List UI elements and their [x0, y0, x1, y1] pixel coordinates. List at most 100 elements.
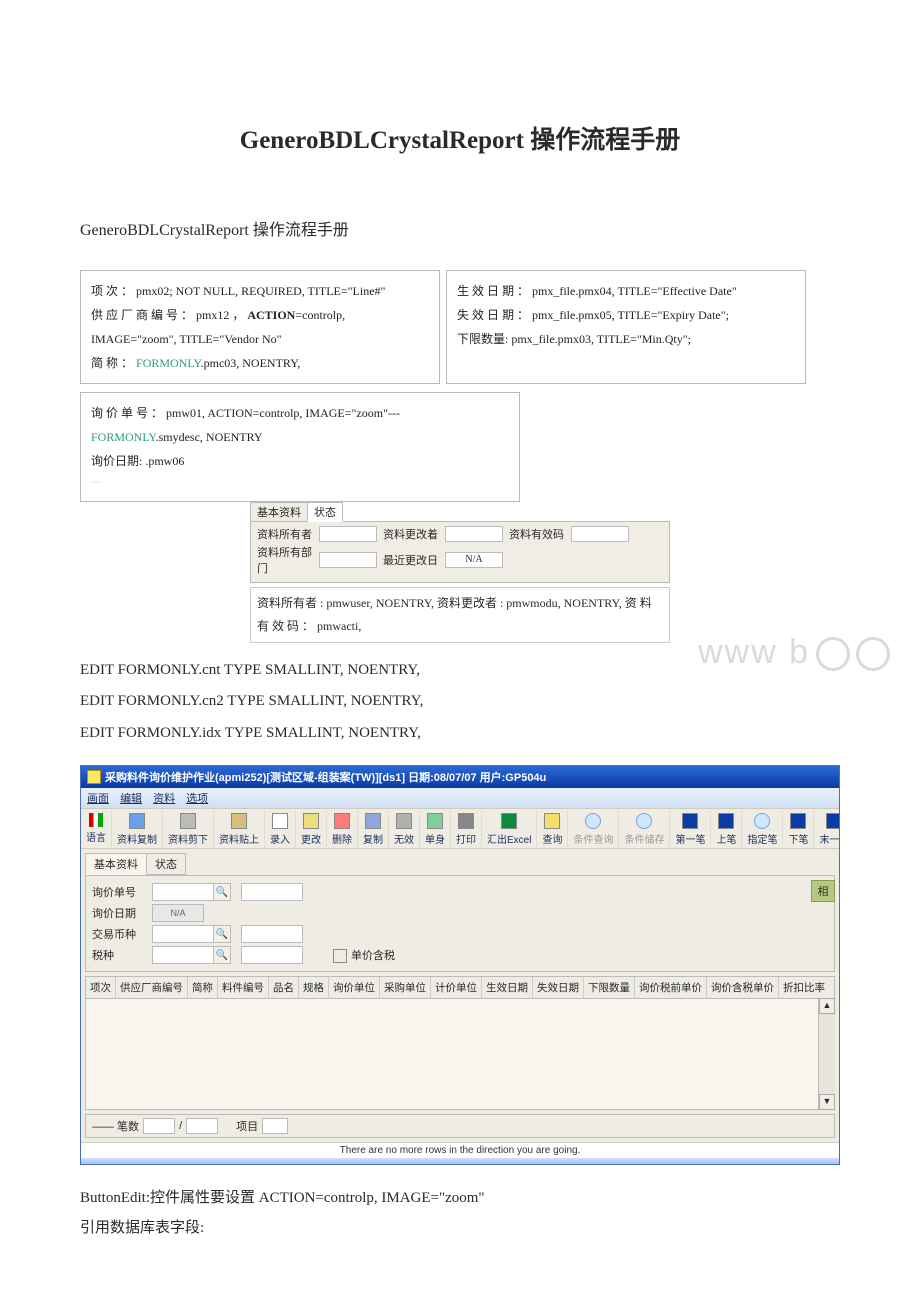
circle-icon	[636, 813, 652, 829]
menu-item[interactable]: 编辑	[120, 793, 142, 805]
zoom-icon[interactable]: 🔍	[213, 925, 231, 943]
grid-column-header[interactable]: 供应厂商编号	[116, 977, 188, 998]
status-message: There are no more rows in the direction …	[85, 1145, 835, 1156]
toolbar-label: 单身	[425, 831, 445, 846]
side-tab[interactable]: 相	[811, 880, 835, 902]
toolbar-button[interactable]: 指定笔	[742, 811, 783, 848]
field-label: 交易币种	[92, 926, 152, 942]
nav-icon	[790, 813, 806, 829]
grid-column-header[interactable]: 规格	[299, 977, 329, 998]
field-label: 资料有效码	[509, 526, 565, 542]
toolbar-button[interactable]: 查询	[537, 811, 568, 848]
text-field[interactable]	[571, 526, 629, 542]
tab-basic[interactable]: 基本资料	[250, 502, 308, 522]
grid-column-header[interactable]: 料件编号	[218, 977, 269, 998]
toolbar-label: 资料剪下	[168, 831, 208, 846]
zoom-icon[interactable]: 🔍	[213, 946, 231, 964]
toolbar-button[interactable]: 复制	[358, 811, 389, 848]
status-panel: 资料所有者 资料更改着 资料有效码 资料所有部门 最近更改日 N/A	[250, 521, 670, 583]
circle-icon	[754, 813, 770, 829]
window-title: 采购料件询价维护作业(apmi252)[测试区域-组装案(TW)][ds1] 日…	[105, 769, 546, 785]
grid-column-header[interactable]: 生效日期	[482, 977, 533, 998]
toolbar-button[interactable]: 条件查询	[568, 811, 619, 848]
text-field[interactable]	[241, 925, 303, 943]
menu-item[interactable]: 选项	[186, 793, 208, 805]
currency-field[interactable]	[152, 925, 214, 943]
toolbar-button[interactable]: 上笔	[711, 811, 742, 848]
grid-column-header[interactable]: 简称	[188, 977, 218, 998]
scroll-down-icon[interactable]: ▼	[819, 1094, 835, 1110]
item-field[interactable]	[262, 1118, 288, 1134]
def-full-faded: ⋯	[91, 473, 509, 493]
grid-column-header[interactable]: 项次	[86, 977, 116, 998]
count-field[interactable]	[143, 1118, 175, 1134]
copy-icon	[129, 813, 145, 829]
total-field[interactable]	[186, 1118, 218, 1134]
subtitle: GeneroBDLCrystalReport 操作流程手册	[80, 216, 840, 240]
toolbar-button[interactable]: 资料剪下	[163, 811, 214, 848]
paging-bar: —— 笔数 / 项目	[85, 1114, 835, 1138]
text-field[interactable]	[241, 946, 303, 964]
field-label: 询价单号	[92, 884, 152, 900]
tab-basic[interactable]: 基本资料	[85, 853, 147, 875]
status-caption: 资料所有者 : pmwuser, NOENTRY, 资料更改者 : pmwmod…	[250, 587, 670, 643]
grid-body[interactable]: ▲ ▼	[86, 999, 834, 1109]
toolbar-button[interactable]: 录入	[265, 811, 296, 848]
text-field[interactable]	[319, 552, 377, 568]
cut-icon	[180, 813, 196, 829]
tab-status[interactable]: 状态	[146, 853, 186, 875]
toolbar-button[interactable]: 汇出Excel	[482, 811, 537, 848]
toolbar-label: 无效	[394, 831, 414, 846]
grid-column-header[interactable]: 计价单位	[431, 977, 482, 998]
toolbar-label: 资料复制	[117, 831, 157, 846]
inquiry-date-field[interactable]: N/A	[152, 904, 204, 922]
text: .pmc03, NOENTRY,	[201, 356, 301, 370]
grid-column-header[interactable]: 询价税前单价	[635, 977, 707, 998]
toolbar-button[interactable]: 下笔	[783, 811, 814, 848]
toolbar-button[interactable]: 末一笔	[814, 811, 839, 848]
note-line: ButtonEdit:控件属性要设置 ACTION=controlp, IMAG…	[80, 1183, 840, 1213]
toolbar-label: 指定笔	[747, 831, 777, 846]
toolbar-button[interactable]: 无效	[389, 811, 420, 848]
edit-line: EDIT FORMONLY.idx TYPE SMALLINT, NOENTRY…	[80, 718, 840, 750]
grid-column-header[interactable]: 询价单位	[329, 977, 380, 998]
toolbar-button[interactable]: 单身	[420, 811, 451, 848]
grid-column-header[interactable]: 失效日期	[533, 977, 584, 998]
toolbar-label: 语言	[86, 829, 106, 844]
tax-field[interactable]	[152, 946, 214, 964]
checkbox-row: 单价含税	[333, 947, 395, 963]
date-field[interactable]: N/A	[445, 552, 503, 568]
scrollbar[interactable]: ▲ ▼	[818, 998, 835, 1110]
def-right-line: 失 效 日 期 ： pmx_file.pmx05, TITLE="Expiry …	[457, 303, 795, 327]
checkbox[interactable]	[333, 949, 347, 963]
toolbar-label: 下笔	[788, 831, 808, 846]
paste-icon	[231, 813, 247, 829]
toolbar-button[interactable]: 第一笔	[670, 811, 711, 848]
menu-item[interactable]: 画面	[87, 793, 109, 805]
toolbar-label: 条件查询	[573, 831, 613, 846]
text-field[interactable]	[445, 526, 503, 542]
inquiry-no-field[interactable]	[152, 883, 214, 901]
menu-bar: 画面 编辑 资料 选项	[81, 788, 839, 808]
grid-column-header[interactable]: 品名	[269, 977, 299, 998]
toolbar-button[interactable]: 资料复制	[112, 811, 163, 848]
grid-column-header[interactable]: 折扣比率	[779, 977, 829, 998]
toolbar-button[interactable]: 条件储存	[619, 811, 670, 848]
text-field[interactable]	[319, 526, 377, 542]
text: .smydesc, NOENTRY	[156, 430, 263, 444]
menu-item[interactable]: 资料	[153, 793, 175, 805]
text-field[interactable]	[241, 883, 303, 901]
toolbar-button[interactable]: 打印	[451, 811, 482, 848]
def-full-line: 询价日期: .pmw06	[91, 449, 509, 473]
toolbar-button[interactable]: 语言	[81, 811, 112, 848]
grid-column-header[interactable]: 下限数量	[584, 977, 635, 998]
toolbar-button[interactable]: 资料贴上	[214, 811, 265, 848]
scroll-up-icon[interactable]: ▲	[819, 998, 835, 1014]
grid-column-header[interactable]: 采购单位	[380, 977, 431, 998]
tab-status[interactable]: 状态	[307, 502, 343, 522]
toolbar-button[interactable]: 删除	[327, 811, 358, 848]
toolbar-button[interactable]: 更改	[296, 811, 327, 848]
grid-column-header[interactable]: 询价含税单价	[707, 977, 779, 998]
zoom-icon[interactable]: 🔍	[213, 883, 231, 901]
def-right-line: 下限数量: pmx_file.pmx03, TITLE="Min.Qty";	[457, 327, 795, 351]
